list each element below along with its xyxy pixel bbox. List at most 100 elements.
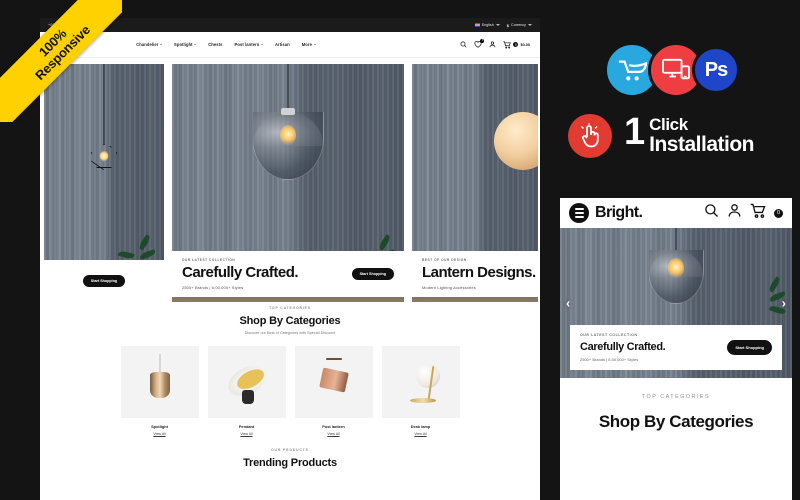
category-thumbnail <box>207 346 286 418</box>
categories-subtitle: Discover our Best of Categories with Spe… <box>244 331 336 335</box>
nav-item-chandelier[interactable]: Chandelier <box>136 42 163 47</box>
currency-symbol: $ <box>506 22 510 28</box>
nav-label: More <box>301 42 312 47</box>
slide-subtitle: 2500+ Brands | 6,00,000+ Styles <box>182 285 244 290</box>
categories-grid: Spotlight View All Pendant View All Post… <box>40 346 540 436</box>
category-name: Spotlight <box>151 424 168 429</box>
cart-icon <box>503 40 511 48</box>
one-click-installation: 1 Click Installation <box>568 111 754 158</box>
account-icon[interactable] <box>727 203 742 223</box>
nav-item-more[interactable]: More <box>302 42 316 47</box>
site-logo[interactable]: Bright. <box>50 39 85 51</box>
mobile-carousel[interactable]: ‹ › OUR LATEST COLLECTION Carefully Craf… <box>560 228 792 378</box>
nav-item-artisan[interactable]: Artisan <box>275 42 290 47</box>
nav-label: Chandelier <box>136 42 159 47</box>
wishlist-badge: 0 <box>480 39 485 43</box>
account-icon[interactable] <box>489 41 496 48</box>
language-label: English <box>481 23 494 27</box>
nav-item-post-lantern[interactable]: Post lantern <box>235 42 263 47</box>
platform-badges: Ps <box>604 42 740 98</box>
slide-caption-next: BEST OF OUR DESIGN Lantern Designs. Mode… <box>412 251 538 297</box>
slide-title: Carefully Crafted. <box>182 264 299 282</box>
category-card-spotlight[interactable]: Spotlight View All <box>120 346 199 436</box>
trending-eyebrow: OUR PRODUCTS <box>271 448 309 452</box>
trending-title: Trending Products <box>243 457 337 469</box>
chevron-down-icon <box>528 24 532 26</box>
hand-click-icon <box>580 123 599 148</box>
category-thumbnail <box>381 346 460 418</box>
header-icons: 0 0 $0.00 <box>460 39 530 49</box>
category-thumbnail <box>120 346 199 418</box>
click-icon-circle <box>568 114 612 158</box>
currency-label: Currency <box>511 23 526 27</box>
search-icon[interactable] <box>704 203 719 223</box>
hero-carousel[interactable]: Start Shopping OUR LATEST COLLECTION Car… <box>40 58 540 306</box>
wishlist-icon[interactable]: 0 <box>474 39 485 48</box>
lamp-cord <box>103 64 105 144</box>
mobile-logo[interactable]: Bright. <box>595 204 643 222</box>
category-view-all-link[interactable]: View All <box>121 432 199 436</box>
category-name: Pendant <box>238 424 255 429</box>
nav-item-chests[interactable]: Chests <box>208 42 222 47</box>
slide-subtitle: Modern Lighting Accessories <box>422 285 476 290</box>
category-name: Desk lamp <box>410 424 431 429</box>
search-icon[interactable] <box>460 41 467 48</box>
category-card-pendant[interactable]: Pendant View All <box>207 346 286 436</box>
category-view-all-link[interactable]: View All <box>295 432 373 436</box>
carousel-slide-prev[interactable]: Start Shopping <box>44 64 164 302</box>
categories-title: Shop By Categories <box>239 315 341 327</box>
carousel-slide-next[interactable]: BEST OF OUR DESIGN Lantern Designs. Mode… <box>412 64 538 302</box>
install-text: 1 Click Installation <box>624 111 754 157</box>
nav-label: Spotlight <box>174 42 193 47</box>
slide-eyebrow: OUR LATEST COLLECTION <box>182 258 236 263</box>
mobile-cart-badge: 0 <box>774 208 783 218</box>
site-header: Bright. Chandelier Spotlight Chests Post… <box>40 32 540 58</box>
language-selector[interactable]: English <box>474 23 500 27</box>
category-view-all-link[interactable]: View All <box>382 432 460 436</box>
desktop-preview: +00 (00) 0000 00000 English $ Currency B… <box>40 18 540 500</box>
cart-count-badge: 0 <box>512 41 519 48</box>
categories-eyebrow: TOP CATEGORIES <box>269 306 311 310</box>
carousel-next-arrow[interactable]: › <box>782 297 786 310</box>
mobile-slide-subtitle: 2500+ Brands | 6,00,000+ Styles <box>580 357 639 362</box>
category-name: Post lantern <box>322 424 345 429</box>
install-click-word: Click <box>649 115 688 135</box>
responsive-devices-icon <box>662 58 690 80</box>
slide-caption-active: OUR LATEST COLLECTION Carefully Crafted.… <box>172 251 404 297</box>
carousel-prev-arrow[interactable]: ‹ <box>566 297 570 310</box>
cart-icon[interactable] <box>750 203 766 224</box>
mobile-slide-caption: OUR LATEST COLLECTION Carefully Crafted.… <box>570 325 782 370</box>
carousel-slide-active[interactable]: OUR LATEST COLLECTION Carefully Crafted.… <box>172 64 404 302</box>
slide-caption-prev: Start Shopping <box>44 260 164 302</box>
slide-eyebrow: BEST OF OUR DESIGN <box>422 258 467 263</box>
category-card-post-lantern[interactable]: Post lantern View All <box>294 346 373 436</box>
mobile-slide-title: Carefully Crafted. <box>580 341 666 353</box>
start-shopping-button[interactable]: Start Shopping <box>351 268 394 281</box>
topbar: +00 (00) 0000 00000 English $ Currency <box>40 18 540 32</box>
photoshop-badge: Ps <box>692 46 740 94</box>
category-card-desk-lamp[interactable]: Desk lamp View All <box>381 346 460 436</box>
install-number: 1 <box>624 111 645 154</box>
trending-section: OUR PRODUCTS Trending Products <box>40 448 540 471</box>
install-installation-word: Installation <box>649 133 754 157</box>
mobile-section-eyebrow: TOP CATEGORIES <box>641 394 711 400</box>
start-shopping-button[interactable]: Start Shopping <box>82 275 126 287</box>
chevron-down-icon <box>260 44 263 45</box>
lamp-fitting <box>281 108 295 115</box>
mobile-header: Bright. 0 <box>560 198 792 228</box>
photoshop-label: Ps <box>704 58 728 81</box>
category-view-all-link[interactable]: View All <box>208 432 286 436</box>
mobile-start-shopping-button[interactable]: Start Shopping <box>727 340 772 355</box>
topbar-phone: +00 (00) 0000 00000 <box>48 23 86 27</box>
hamburger-menu-icon[interactable] <box>569 203 589 223</box>
main-nav: Chandelier Spotlight Chests Post lantern… <box>136 42 316 47</box>
chevron-down-icon <box>194 44 197 45</box>
nav-item-spotlight[interactable]: Spotlight <box>174 42 197 47</box>
currency-selector[interactable]: $ Currency <box>507 23 532 28</box>
mobile-categories-section: TOP CATEGORIES Shop By Categories <box>560 378 792 432</box>
opencart-cart-icon <box>618 60 648 81</box>
cart-button[interactable]: 0 $0.00 <box>503 40 530 49</box>
mobile-preview: Bright. 0 ‹ › OUR LATEST COLLECTION Care… <box>560 198 792 500</box>
cart-total: $0.00 <box>520 42 530 47</box>
nav-label: Post lantern <box>234 42 260 47</box>
